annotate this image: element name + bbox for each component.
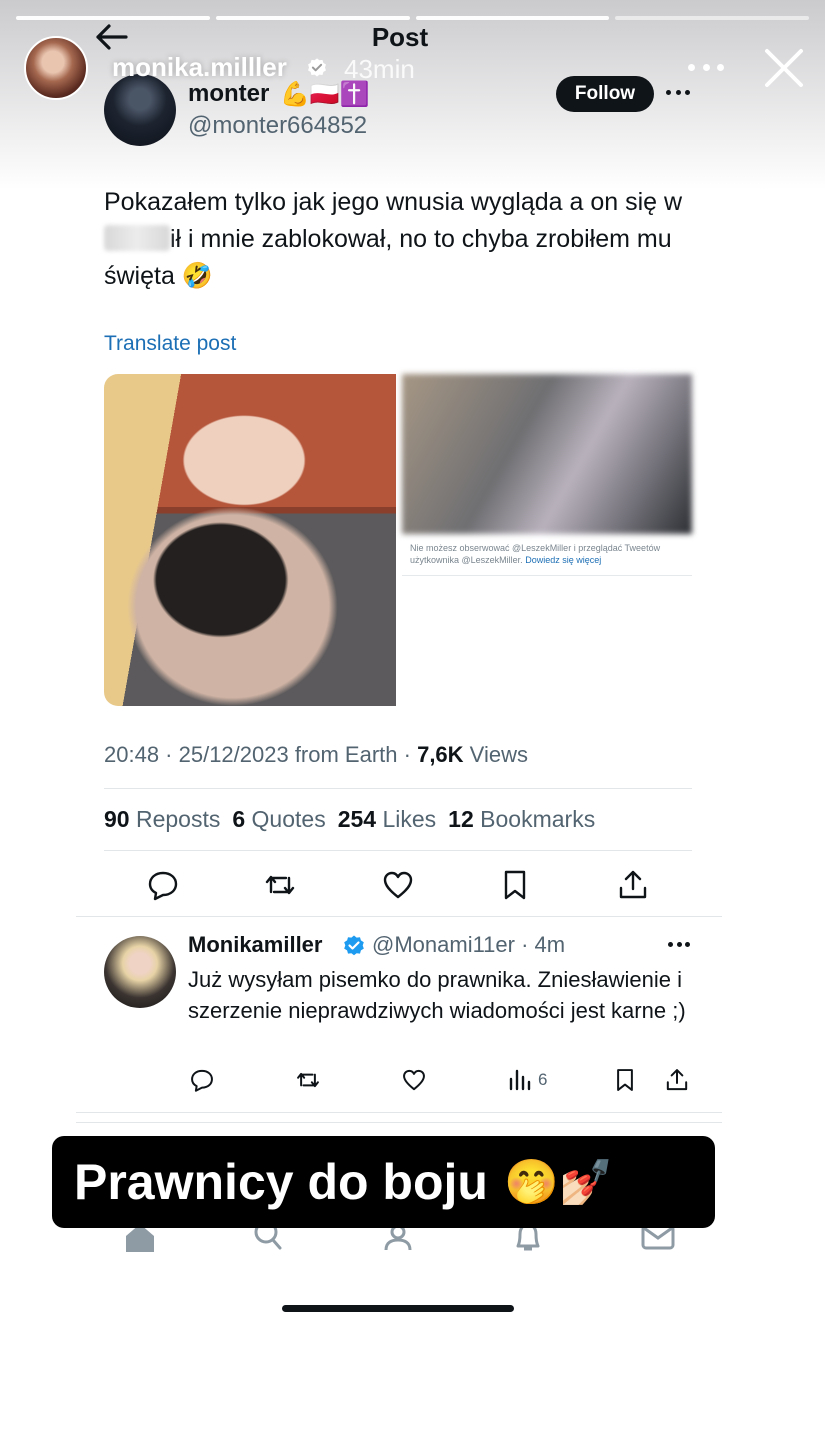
censored-word <box>104 225 170 251</box>
progress-segment <box>16 16 210 20</box>
views-count: 7,6K <box>417 742 464 767</box>
tweet-text-part2: ił i mnie zablokował, no to chyba zrobił… <box>104 225 672 290</box>
reply-display-name[interactable]: Monikamiller <box>188 932 322 958</box>
tweet-text: Pokazałem tylko jak jego wnusia wygląda … <box>104 184 704 295</box>
author-handle[interactable]: @monter664852 <box>188 112 367 140</box>
more-icon[interactable] <box>668 942 690 948</box>
like-icon[interactable] <box>401 1067 427 1093</box>
more-icon[interactable] <box>666 90 690 96</box>
tweet-time: 20:48 · 25/12/2023 from Earth · <box>104 742 418 767</box>
tweet-photo-selfie[interactable] <box>104 374 396 706</box>
divider <box>76 1112 722 1113</box>
more-icon[interactable] <box>688 52 724 82</box>
progress-segment <box>615 16 809 20</box>
story-text-sticker: Prawnicy do boju 🤭💅🏻 <box>52 1136 715 1228</box>
story-frame: Post monter 💪🇵🇱✝️ @monter664852 Follow P… <box>0 0 825 1440</box>
stat-bookmarks[interactable]: 12 Bookmarks <box>448 806 595 833</box>
stat-quotes[interactable]: 6 Quotes <box>232 806 325 833</box>
sticker-emoji: 🤭💅🏻 <box>503 1157 614 1208</box>
reply-icon[interactable] <box>189 1067 215 1093</box>
home-indicator <box>282 1305 514 1312</box>
story-time: 43min <box>344 54 415 84</box>
media-caption: Nie możesz obserwować @LeszekMiller i pr… <box>410 542 690 566</box>
tweet-photo-blurred[interactable] <box>402 374 692 534</box>
views-label: Views <box>463 742 528 767</box>
repost-icon[interactable] <box>263 868 297 902</box>
sticker-text: Prawnicy do boju <box>74 1154 488 1210</box>
author-display-name[interactable]: monter <box>188 80 269 108</box>
reply-avatar[interactable] <box>104 936 176 1008</box>
story-progress <box>16 16 809 20</box>
back-arrow-icon[interactable] <box>94 22 128 52</box>
stat-likes[interactable]: 254 Likes <box>338 806 436 833</box>
share-icon[interactable] <box>616 868 650 902</box>
translate-post-link[interactable]: Translate post <box>104 332 236 356</box>
stat-reposts[interactable]: 90 Reposts <box>104 806 220 833</box>
media-caption-link[interactable]: Dowiedz się więcej <box>525 555 601 565</box>
reply-views-count: 6 <box>538 1070 548 1089</box>
close-icon[interactable] <box>762 46 806 90</box>
verified-icon <box>344 935 364 956</box>
repost-icon[interactable] <box>295 1067 321 1093</box>
tweet-timestamp: 20:48 · 25/12/2023 from Earth · 7,6K Vie… <box>104 742 528 768</box>
divider <box>76 1122 722 1123</box>
share-icon[interactable] <box>664 1067 690 1093</box>
divider <box>402 575 692 576</box>
reply-handle: @Monami11er · 4m <box>372 932 566 957</box>
tweet-text-part1: Pokazałem tylko jak jego wnusia wygląda … <box>104 188 683 216</box>
progress-segment <box>415 16 610 20</box>
like-icon[interactable] <box>381 868 415 902</box>
tweet-stats: 90 Reposts 6 Quotes 254 Likes 12 Bookmar… <box>104 806 595 833</box>
page-title: Post <box>371 22 429 52</box>
reply-icon[interactable] <box>146 868 180 902</box>
verified-icon <box>308 58 326 77</box>
bookmark-icon[interactable] <box>498 868 532 902</box>
progress-segment <box>215 16 410 20</box>
divider <box>76 916 722 917</box>
divider <box>104 850 692 851</box>
bookmark-icon[interactable] <box>612 1067 638 1093</box>
story-username[interactable]: monika.milller <box>112 52 287 83</box>
reply-text: Już wysyłam pisemko do prawnika. Zniesła… <box>188 967 686 1023</box>
follow-button[interactable]: Follow <box>556 76 654 112</box>
author-avatar[interactable] <box>104 74 176 146</box>
avatar[interactable] <box>24 36 88 100</box>
divider <box>104 788 692 789</box>
views-icon[interactable] <box>507 1067 533 1093</box>
